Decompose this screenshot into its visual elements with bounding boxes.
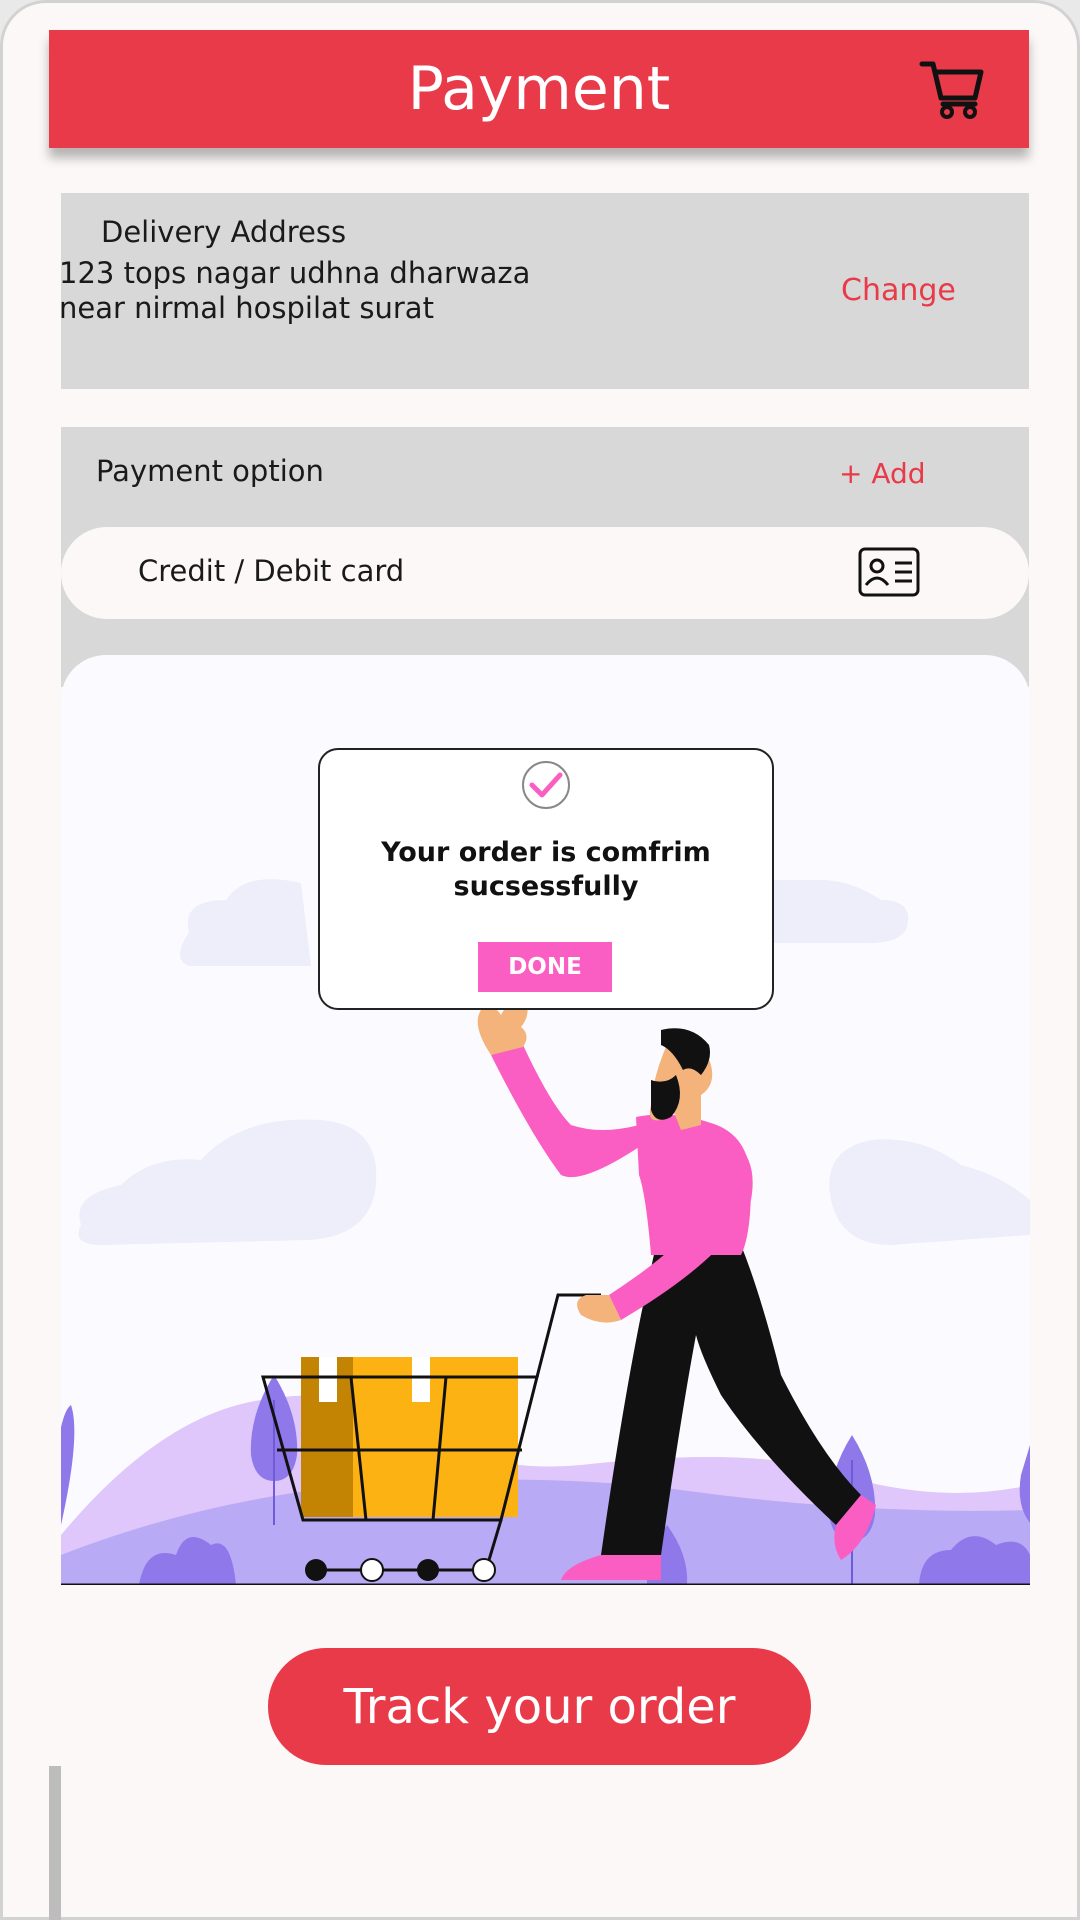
done-button[interactable]: DONE [478,942,612,992]
delivery-address-card: Delivery Address 123 tops nagar udhna dh… [59,193,1029,389]
id-card-icon [858,547,920,597]
cart-icon[interactable] [919,58,985,120]
address-line-1: 123 tops nagar udhna dharwaza [59,256,531,290]
delivery-address-title: Delivery Address [101,215,347,249]
change-address-link[interactable]: Change [841,273,956,308]
payment-option-card: Payment option + Add Credit / Debit card [61,427,1029,687]
confirmation-message-line-1: Your order is comfrim [381,837,711,868]
address-line-2: near nirmal hospilat surat [59,291,434,325]
add-payment-link[interactable]: + Add [839,457,926,490]
page-title: Payment [407,54,671,124]
confirmation-message: Your order is comfrim sucsessfully [320,836,772,904]
app-header: Payment [49,30,1029,148]
phone-screen: Payment Delivery Address 123 tops nagar … [0,0,1080,1920]
payment-option-title: Payment option [96,454,324,488]
confirmation-message-line-2: sucsessfully [453,871,639,902]
credit-debit-card-option[interactable]: Credit / Debit card [61,527,1029,619]
credit-debit-card-label: Credit / Debit card [138,554,405,588]
scrollbar[interactable] [49,1766,61,1920]
order-confirmation-dialog: Your order is comfrim sucsessfully DONE [318,748,774,1010]
check-circle-icon [522,761,570,809]
track-order-button[interactable]: Track your order [268,1648,811,1765]
